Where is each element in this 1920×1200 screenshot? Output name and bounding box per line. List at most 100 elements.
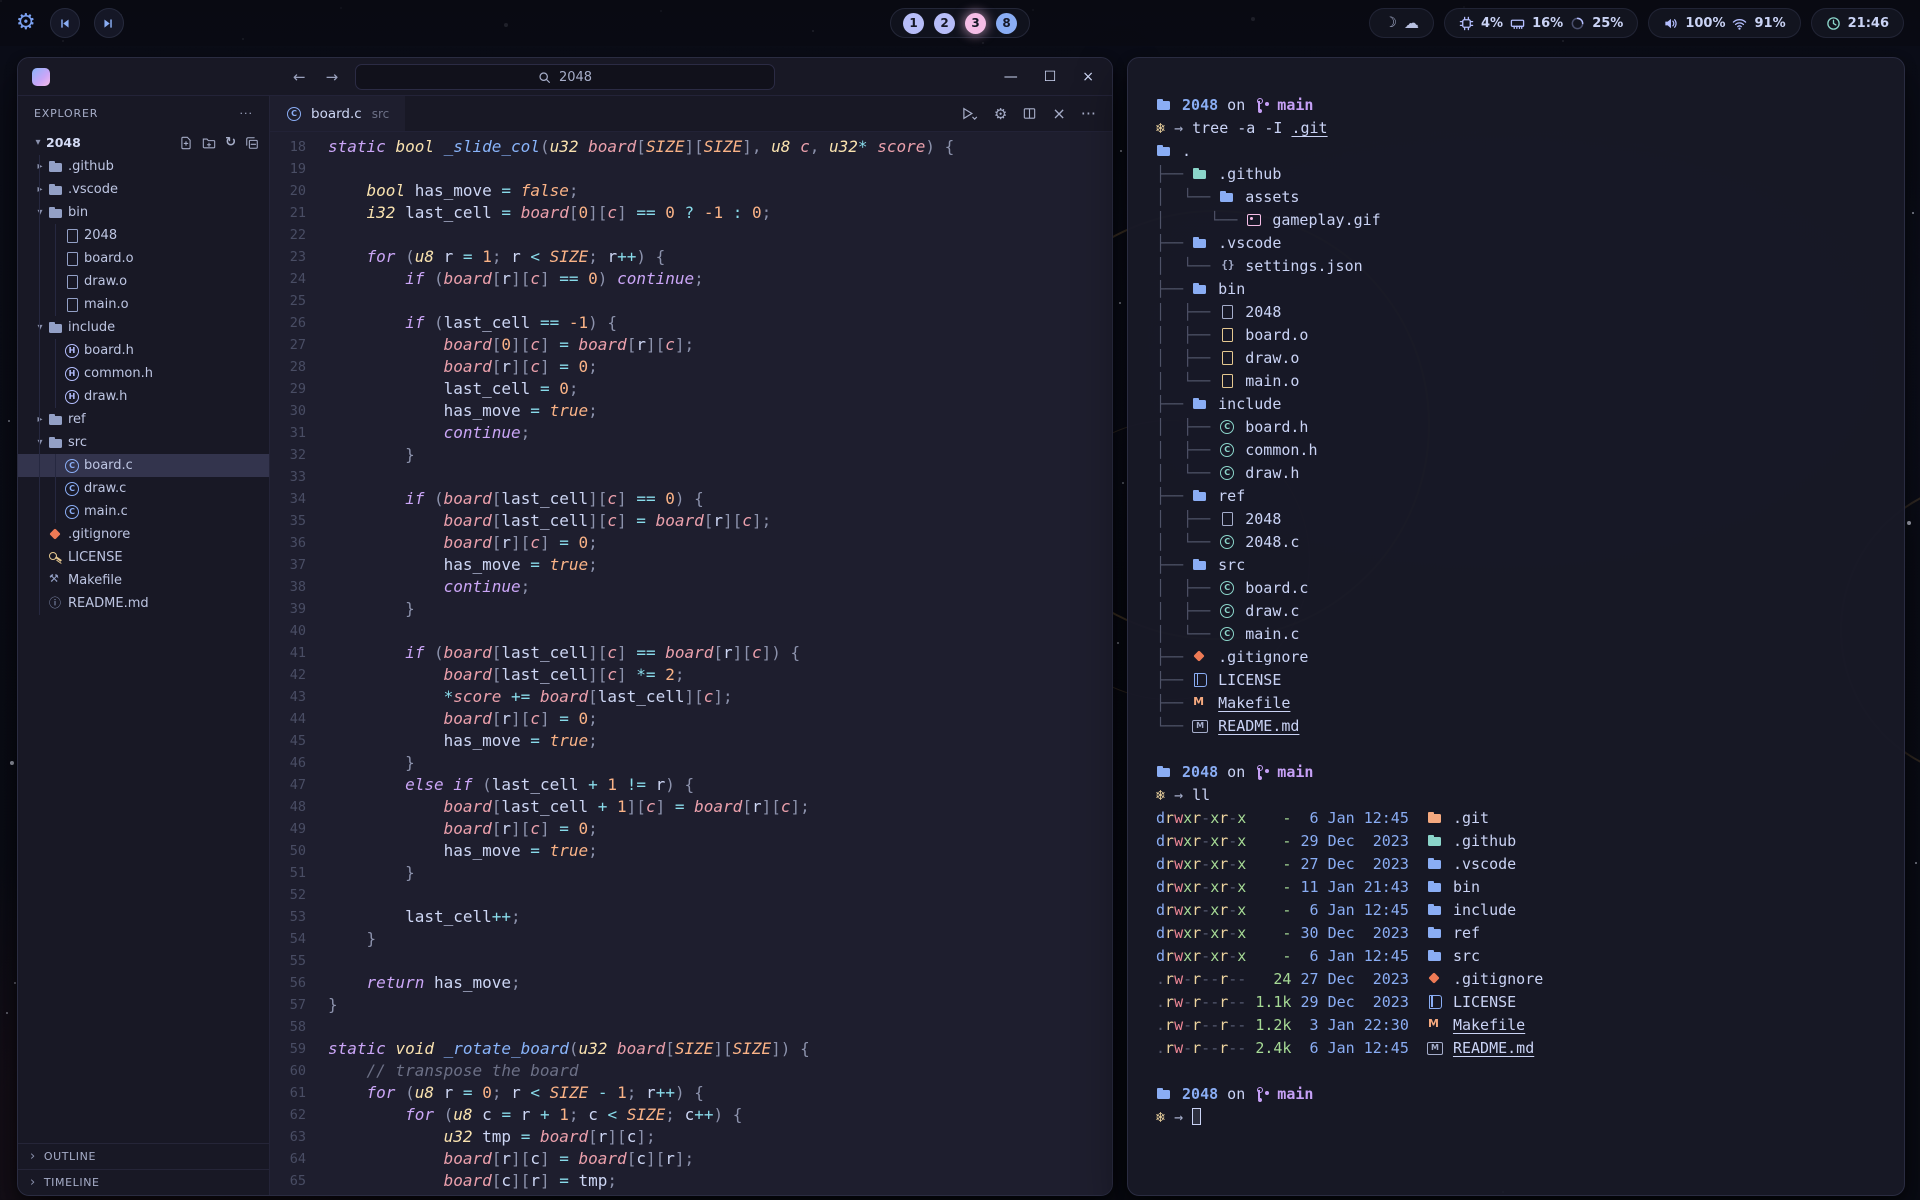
explorer-item-.gitignore[interactable]: .gitignore	[18, 523, 269, 546]
code-line[interactable]: 44 board[r][c] = 0;	[270, 708, 1112, 730]
explorer-item-.github[interactable]: ▸.github	[18, 155, 269, 178]
explorer-item-LICENSE[interactable]: LICENSE	[18, 546, 269, 569]
explorer-item-board.c[interactable]: board.c	[18, 454, 269, 477]
code-line[interactable]: 54 }	[270, 928, 1112, 950]
back-button[interactable]: ←	[293, 68, 306, 86]
code-line[interactable]: 48 board[last_cell + 1][c] = board[r][c]…	[270, 796, 1112, 818]
code-line[interactable]: 29 last_cell = 0;	[270, 378, 1112, 400]
code-line[interactable]: 19	[270, 158, 1112, 180]
more-actions-button[interactable]: ···	[1081, 104, 1096, 123]
code-line[interactable]: 30 has_move = true;	[270, 400, 1112, 422]
code-line[interactable]: 32 }	[270, 444, 1112, 466]
collapse-all-button[interactable]	[245, 136, 259, 150]
explorer-project-row[interactable]: ▾ 2048 ↻	[18, 130, 269, 155]
explorer-item-draw.o[interactable]: draw.o	[18, 270, 269, 293]
explorer-item-draw.c[interactable]: draw.c	[18, 477, 269, 500]
code-editor[interactable]: 18static bool _slide_col(u32 board[SIZE]…	[270, 132, 1112, 1195]
explorer-item-main.c[interactable]: main.c	[18, 500, 269, 523]
explorer-item-README.md[interactable]: README.md	[18, 592, 269, 615]
code-line[interactable]: 37 has_move = true;	[270, 554, 1112, 576]
code-line[interactable]: 36 board[r][c] = 0;	[270, 532, 1112, 554]
code-line[interactable]: 28 board[r][c] = 0;	[270, 356, 1112, 378]
code-line[interactable]: 45 has_move = true;	[270, 730, 1112, 752]
minimize-button[interactable]: —	[1004, 69, 1018, 85]
timeline-section[interactable]: › TIMELINE	[18, 1169, 269, 1195]
code-line[interactable]: 20 bool has_move = false;	[270, 180, 1112, 202]
code-line[interactable]: 18static bool _slide_col(u32 board[SIZE]…	[270, 136, 1112, 158]
explorer-item-main.o[interactable]: main.o	[18, 293, 269, 316]
workspace-2[interactable]: 2	[934, 13, 955, 34]
code-line[interactable]: 50 has_move = true;	[270, 840, 1112, 862]
code-line[interactable]: 34 if (board[last_cell][c] == 0) {	[270, 488, 1112, 510]
explorer-item-board.h[interactable]: board.h	[18, 339, 269, 362]
explorer-item-Makefile[interactable]: Makefile	[18, 569, 269, 592]
maximize-button[interactable]: ☐	[1044, 69, 1057, 85]
clock-module[interactable]: 21:46	[1811, 8, 1904, 38]
code-line[interactable]: 41 if (board[last_cell][c] == board[r][c…	[270, 642, 1112, 664]
launcher-logo-icon[interactable]: ⚙	[16, 12, 36, 34]
code-line[interactable]: 53 last_cell++;	[270, 906, 1112, 928]
code-line[interactable]: 21 i32 last_cell = board[0][c] == 0 ? -1…	[270, 202, 1112, 224]
run-button[interactable]	[960, 106, 979, 121]
code-line[interactable]: 24 if (board[r][c] == 0) continue;	[270, 268, 1112, 290]
code-line[interactable]: 43 *score += board[last_cell][c];	[270, 686, 1112, 708]
explorer-item-common.h[interactable]: common.h	[18, 362, 269, 385]
new-file-button[interactable]	[179, 136, 193, 150]
code-line[interactable]: 49 board[r][c] = 0;	[270, 818, 1112, 840]
weather-module[interactable]: ☽ ☁	[1369, 8, 1434, 38]
code-line[interactable]: 64 board[r][c] = board[c][r];	[270, 1148, 1112, 1170]
code-line[interactable]: 25	[270, 290, 1112, 312]
split-editor-button[interactable]	[1022, 106, 1037, 121]
explorer-item-.vscode[interactable]: ▸.vscode	[18, 178, 269, 201]
code-line[interactable]: 56 return has_move;	[270, 972, 1112, 994]
code-line[interactable]: 27 board[0][c] = board[r][c];	[270, 334, 1112, 356]
terminal-window[interactable]: 2048 on main❄ → tree -a -I .git .├── .gi…	[1127, 57, 1905, 1196]
code-line[interactable]: 31 continue;	[270, 422, 1112, 444]
media-next-button[interactable]	[94, 8, 124, 38]
code-line[interactable]: 39 }	[270, 598, 1112, 620]
code-line[interactable]: 55	[270, 950, 1112, 972]
code-line[interactable]: 57}	[270, 994, 1112, 1016]
media-prev-button[interactable]	[50, 8, 80, 38]
code-line[interactable]: 26 if (last_cell == -1) {	[270, 312, 1112, 334]
code-line[interactable]: 42 board[last_cell][c] *= 2;	[270, 664, 1112, 686]
explorer-item-src[interactable]: ▾src	[18, 431, 269, 454]
system-stats-module[interactable]: 4% 16% 25%	[1444, 8, 1638, 38]
code-line[interactable]: 33	[270, 466, 1112, 488]
code-line[interactable]: 65 board[c][r] = tmp;	[270, 1170, 1112, 1192]
explorer-item-draw.h[interactable]: draw.h	[18, 385, 269, 408]
refresh-button[interactable]: ↻	[225, 135, 236, 150]
code-line[interactable]: 58	[270, 1016, 1112, 1038]
gear-icon[interactable]: ⚙	[994, 105, 1007, 123]
code-line[interactable]: 60 // transpose the board	[270, 1060, 1112, 1082]
code-line[interactable]: 52	[270, 884, 1112, 906]
explorer-more-icon[interactable]: ···	[240, 107, 254, 120]
code-line[interactable]: 61 for (u8 r = 0; r < SIZE - 1; r++) {	[270, 1082, 1112, 1104]
forward-button[interactable]: →	[326, 68, 339, 86]
command-center-search[interactable]: 2048	[355, 64, 775, 90]
code-line[interactable]: 51 }	[270, 862, 1112, 884]
explorer-item-board.o[interactable]: board.o	[18, 247, 269, 270]
code-line[interactable]: 63 u32 tmp = board[r][c];	[270, 1126, 1112, 1148]
editor-titlebar[interactable]: ← → 2048 — ☐ ×	[18, 58, 1112, 96]
close-button[interactable]: ×	[1082, 69, 1094, 85]
workspace-3[interactable]: 3	[965, 13, 986, 34]
explorer-item-ref[interactable]: ▸ref	[18, 408, 269, 431]
new-folder-button[interactable]	[202, 136, 216, 150]
code-line[interactable]: 35 board[last_cell][c] = board[r][c];	[270, 510, 1112, 532]
code-line[interactable]: 40	[270, 620, 1112, 642]
code-line[interactable]: 62 for (u8 c = r + 1; c < SIZE; c++) {	[270, 1104, 1112, 1126]
workspace-1[interactable]: 1	[903, 13, 924, 34]
audio-network-module[interactable]: 100% 91%	[1648, 8, 1800, 38]
outline-section[interactable]: › OUTLINE	[18, 1143, 269, 1169]
close-editor-button[interactable]: ×	[1052, 104, 1065, 123]
explorer-item-2048[interactable]: 2048	[18, 224, 269, 247]
explorer-item-bin[interactable]: ▾bin	[18, 201, 269, 224]
tab-board.c[interactable]: board.c src	[270, 96, 405, 131]
code-line[interactable]: 47 else if (last_cell + 1 != r) {	[270, 774, 1112, 796]
code-line[interactable]: 38 continue;	[270, 576, 1112, 598]
code-line[interactable]: 46 }	[270, 752, 1112, 774]
code-line[interactable]: 59static void _rotate_board(u32 board[SI…	[270, 1038, 1112, 1060]
code-line[interactable]: 23 for (u8 r = 1; r < SIZE; r++) {	[270, 246, 1112, 268]
workspace-8[interactable]: 8	[996, 13, 1017, 34]
